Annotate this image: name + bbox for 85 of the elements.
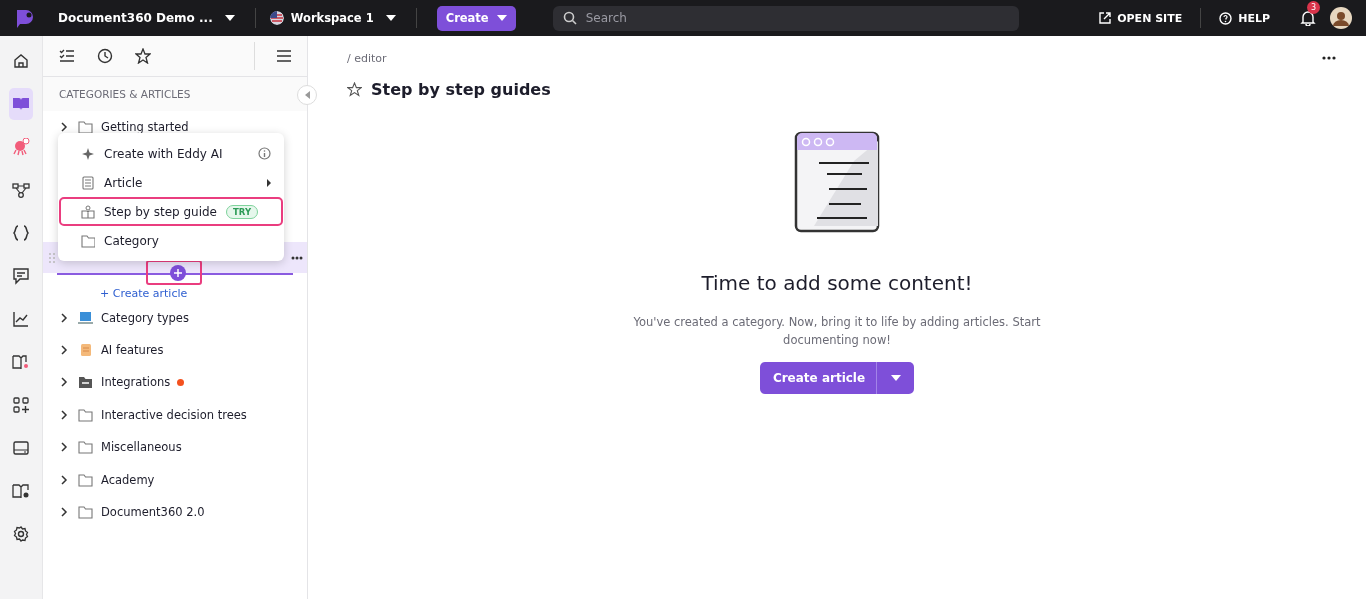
external-link-icon xyxy=(1099,12,1112,24)
breadcrumb[interactable]: / editor xyxy=(347,52,1366,70)
more-icon[interactable] xyxy=(1322,56,1336,60)
nav-book-button[interactable] xyxy=(9,88,33,120)
avatar[interactable] xyxy=(1330,7,1352,29)
chevron-right-icon[interactable] xyxy=(59,312,69,323)
caret-icon xyxy=(496,15,507,21)
menu-item[interactable]: Step by step guide TRY xyxy=(59,197,283,226)
caret-icon[interactable] xyxy=(385,15,396,21)
logo-icon xyxy=(14,7,36,29)
clock-icon xyxy=(97,48,113,64)
page-title: Step by step guides xyxy=(371,80,551,99)
chat-icon xyxy=(12,267,30,285)
book-gear-icon xyxy=(12,482,30,500)
tree-item[interactable]: Interactive decision trees xyxy=(43,398,307,431)
tree-item[interactable]: AI features xyxy=(43,333,307,367)
drag-handle-icon xyxy=(48,251,56,264)
tree-item[interactable]: Category types xyxy=(43,301,307,334)
help-link[interactable]: HELP xyxy=(1219,11,1270,25)
try-badge: TRY xyxy=(226,204,259,219)
recent-button[interactable] xyxy=(97,48,113,64)
workspace-selector[interactable]: Workspace 1 xyxy=(290,11,374,25)
settings-icon xyxy=(12,525,30,543)
help-icon xyxy=(1219,11,1233,25)
chevron-right-icon[interactable] xyxy=(59,122,69,133)
chevron-right-icon[interactable] xyxy=(59,474,69,485)
caret-right-icon xyxy=(267,178,271,187)
menu-item[interactable]: Article xyxy=(59,168,283,197)
braces-icon xyxy=(12,224,30,242)
tree-item[interactable]: Document360 2.0 xyxy=(43,495,307,529)
chevron-right-icon[interactable] xyxy=(59,506,69,517)
chevron-right-icon[interactable] xyxy=(59,409,69,420)
create-article-link[interactable]: + Create article xyxy=(100,287,188,301)
book-spark-icon xyxy=(12,353,30,371)
folder-icon xyxy=(78,120,93,135)
scroll-icon xyxy=(78,342,93,357)
star-icon[interactable] xyxy=(347,82,362,97)
drive-icon xyxy=(12,439,30,457)
analytics-icon xyxy=(12,310,30,328)
bell-icon[interactable] xyxy=(1300,10,1316,26)
create-button[interactable]: Create xyxy=(436,5,516,31)
search-field[interactable]: Search xyxy=(552,5,1019,31)
open-site-link[interactable]: OPEN SITE xyxy=(1099,11,1183,25)
home-icon xyxy=(12,52,30,70)
empty-state-message: You've created a category. Now, bring it to life by adding articles. Start documenting now! xyxy=(632,314,1042,349)
caret-icon xyxy=(890,375,901,381)
bot-icon xyxy=(12,138,30,156)
caret-icon[interactable] xyxy=(224,15,235,21)
folder-icon xyxy=(78,407,93,422)
apps-icon xyxy=(12,396,30,414)
folder-icon xyxy=(78,440,93,455)
menu-icon xyxy=(277,50,291,62)
flag-icon xyxy=(269,11,284,25)
menu-button[interactable] xyxy=(277,50,291,62)
section-title: CATEGORIES & ARTICLES xyxy=(43,77,307,111)
favorites-button[interactable] xyxy=(135,48,151,64)
folder-icon xyxy=(78,375,93,390)
workflow-icon xyxy=(12,181,30,199)
menu-item[interactable]: Category xyxy=(59,226,283,255)
chevron-right-icon[interactable] xyxy=(59,442,69,453)
sparkle-icon xyxy=(81,146,95,161)
info-icon xyxy=(258,147,271,160)
folder-icon xyxy=(78,504,93,519)
folder-icon xyxy=(78,472,93,487)
search-icon xyxy=(562,11,577,25)
add-icon[interactable] xyxy=(170,265,186,282)
project-name[interactable]: Document360 Demo ... xyxy=(58,11,213,25)
checklist-button[interactable] xyxy=(59,49,75,63)
collapse-button[interactable] xyxy=(297,85,317,105)
tree-item[interactable]: Academy xyxy=(43,463,307,496)
caret-left-icon xyxy=(304,91,310,99)
laptop-icon xyxy=(78,310,93,325)
folder-icon xyxy=(81,233,95,248)
checklist-icon xyxy=(59,49,75,63)
chevron-right-icon[interactable] xyxy=(59,344,69,355)
chevron-right-icon[interactable] xyxy=(59,377,69,388)
tree-item[interactable]: Integrations xyxy=(43,366,307,399)
empty-state-title: Time to add some content! xyxy=(701,271,973,295)
star-icon xyxy=(135,48,151,64)
notification-count: 3 xyxy=(1307,1,1320,14)
document-icon xyxy=(81,175,95,190)
more-icon[interactable] xyxy=(291,255,303,260)
tree-item[interactable]: Miscellaneous xyxy=(43,430,307,464)
search-input[interactable]: Search xyxy=(583,10,984,26)
guide-icon xyxy=(81,204,95,219)
